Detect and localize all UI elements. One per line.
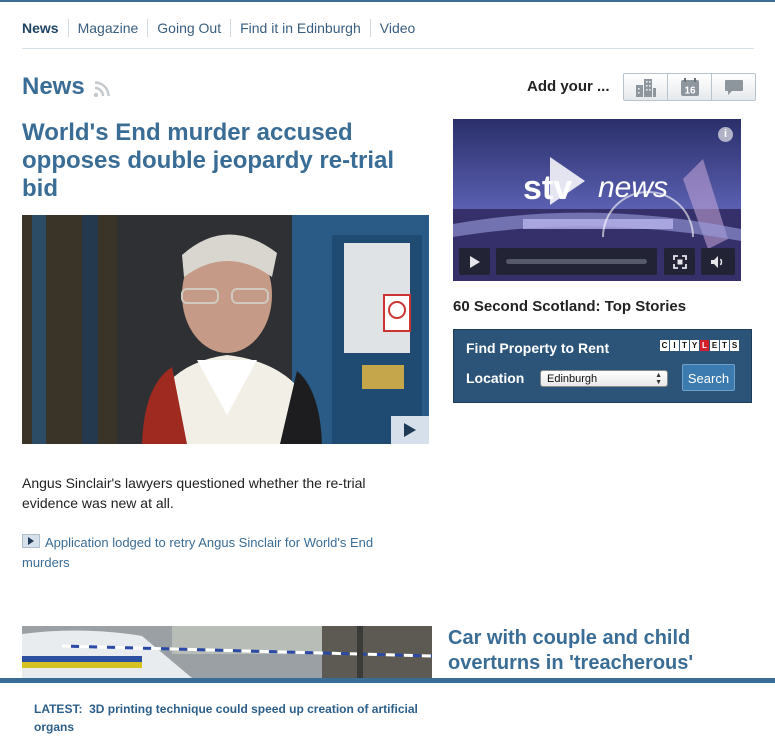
- nav-item-video[interactable]: Video: [369, 19, 425, 37]
- add-your-toolbar: 16: [623, 73, 756, 101]
- main-photo-image: [22, 215, 429, 444]
- play-icon: [404, 423, 416, 437]
- main-nav: News Magazine Going Out Find it in Edinb…: [22, 8, 754, 49]
- rss-icon[interactable]: [93, 80, 111, 98]
- citylets-letter: Y: [690, 340, 699, 351]
- related-link-text[interactable]: Application lodged to retry Angus Sincla…: [22, 535, 373, 570]
- add-comment-button[interactable]: [711, 74, 755, 100]
- citylets-letter: I: [670, 340, 679, 351]
- latest-news-link[interactable]: LATEST: 3D printing technique could spee…: [34, 700, 434, 736]
- latest-headline[interactable]: 3D printing technique could speed up cre…: [34, 702, 418, 734]
- comment-icon: [724, 80, 743, 95]
- info-icon[interactable]: i: [718, 127, 733, 142]
- location-select-value: Edinburgh: [547, 373, 598, 385]
- add-your-label: Add your ...: [527, 78, 610, 95]
- fullscreen-icon: [672, 254, 687, 269]
- second-photo-image: [22, 626, 432, 678]
- citylets-letter: C: [660, 340, 669, 351]
- related-video-link[interactable]: Application lodged to retry Angus Sincla…: [22, 533, 402, 573]
- second-story-photo[interactable]: [22, 626, 432, 678]
- video-icon: [22, 534, 40, 548]
- select-arrows-icon: ▲ ▼: [655, 372, 662, 386]
- news-logo-text: news: [598, 171, 668, 204]
- stv-logo-text: stv: [523, 169, 572, 207]
- section-title: News: [22, 73, 85, 100]
- progress-track: [506, 259, 647, 264]
- nav-item-going-out[interactable]: Going Out: [147, 19, 230, 37]
- calendar-icon: 16: [680, 78, 699, 97]
- play-video-button[interactable]: [391, 416, 429, 444]
- player-play-button[interactable]: [459, 248, 490, 275]
- second-story-headline[interactable]: Car with couple and child overturns in '…: [448, 626, 748, 676]
- volume-icon: [711, 255, 723, 268]
- main-story-photo[interactable]: [22, 215, 429, 444]
- player-fullscreen-button[interactable]: [664, 248, 695, 275]
- location-label: Location: [466, 370, 525, 386]
- citylets-letter: T: [680, 340, 689, 351]
- player-volume-button[interactable]: [701, 248, 735, 275]
- main-story-summary: Angus Sinclair's lawyers questioned whet…: [22, 475, 366, 511]
- nav-item-find-it[interactable]: Find it in Edinburgh: [230, 19, 370, 37]
- top-accent-line: [0, 0, 775, 2]
- video-caption-link[interactable]: 60 Second Scotland: Top Stories: [453, 298, 686, 315]
- add-place-button[interactable]: [624, 74, 667, 100]
- nav-item-magazine[interactable]: Magazine: [67, 19, 148, 37]
- play-icon: [469, 255, 480, 268]
- citylets-letter: S: [730, 340, 739, 351]
- latest-label: LATEST:: [34, 702, 83, 716]
- main-story-headline[interactable]: World's End murder accused opposes doubl…: [22, 119, 422, 203]
- citylets-letter: T: [720, 340, 729, 351]
- add-event-button[interactable]: 16: [667, 74, 711, 100]
- property-search-widget: Find Property to Rent C I T Y L E T S Lo…: [453, 329, 752, 403]
- property-widget-title: Find Property to Rent: [466, 340, 610, 356]
- citylets-letter: L: [700, 340, 709, 351]
- latest-news-bar: LATEST: 3D printing technique could spee…: [0, 678, 775, 739]
- calendar-day: 16: [684, 86, 696, 97]
- location-select[interactable]: Edinburgh ▲ ▼: [540, 370, 668, 387]
- buildings-icon: [635, 79, 656, 97]
- nav-item-news[interactable]: News: [22, 19, 68, 37]
- citylets-letter: E: [710, 340, 719, 351]
- citylets-logo[interactable]: C I T Y L E T S: [659, 340, 739, 351]
- player-progress-bar[interactable]: [496, 248, 657, 275]
- video-player[interactable]: stv news i: [453, 119, 741, 281]
- property-search-button[interactable]: Search: [682, 364, 735, 391]
